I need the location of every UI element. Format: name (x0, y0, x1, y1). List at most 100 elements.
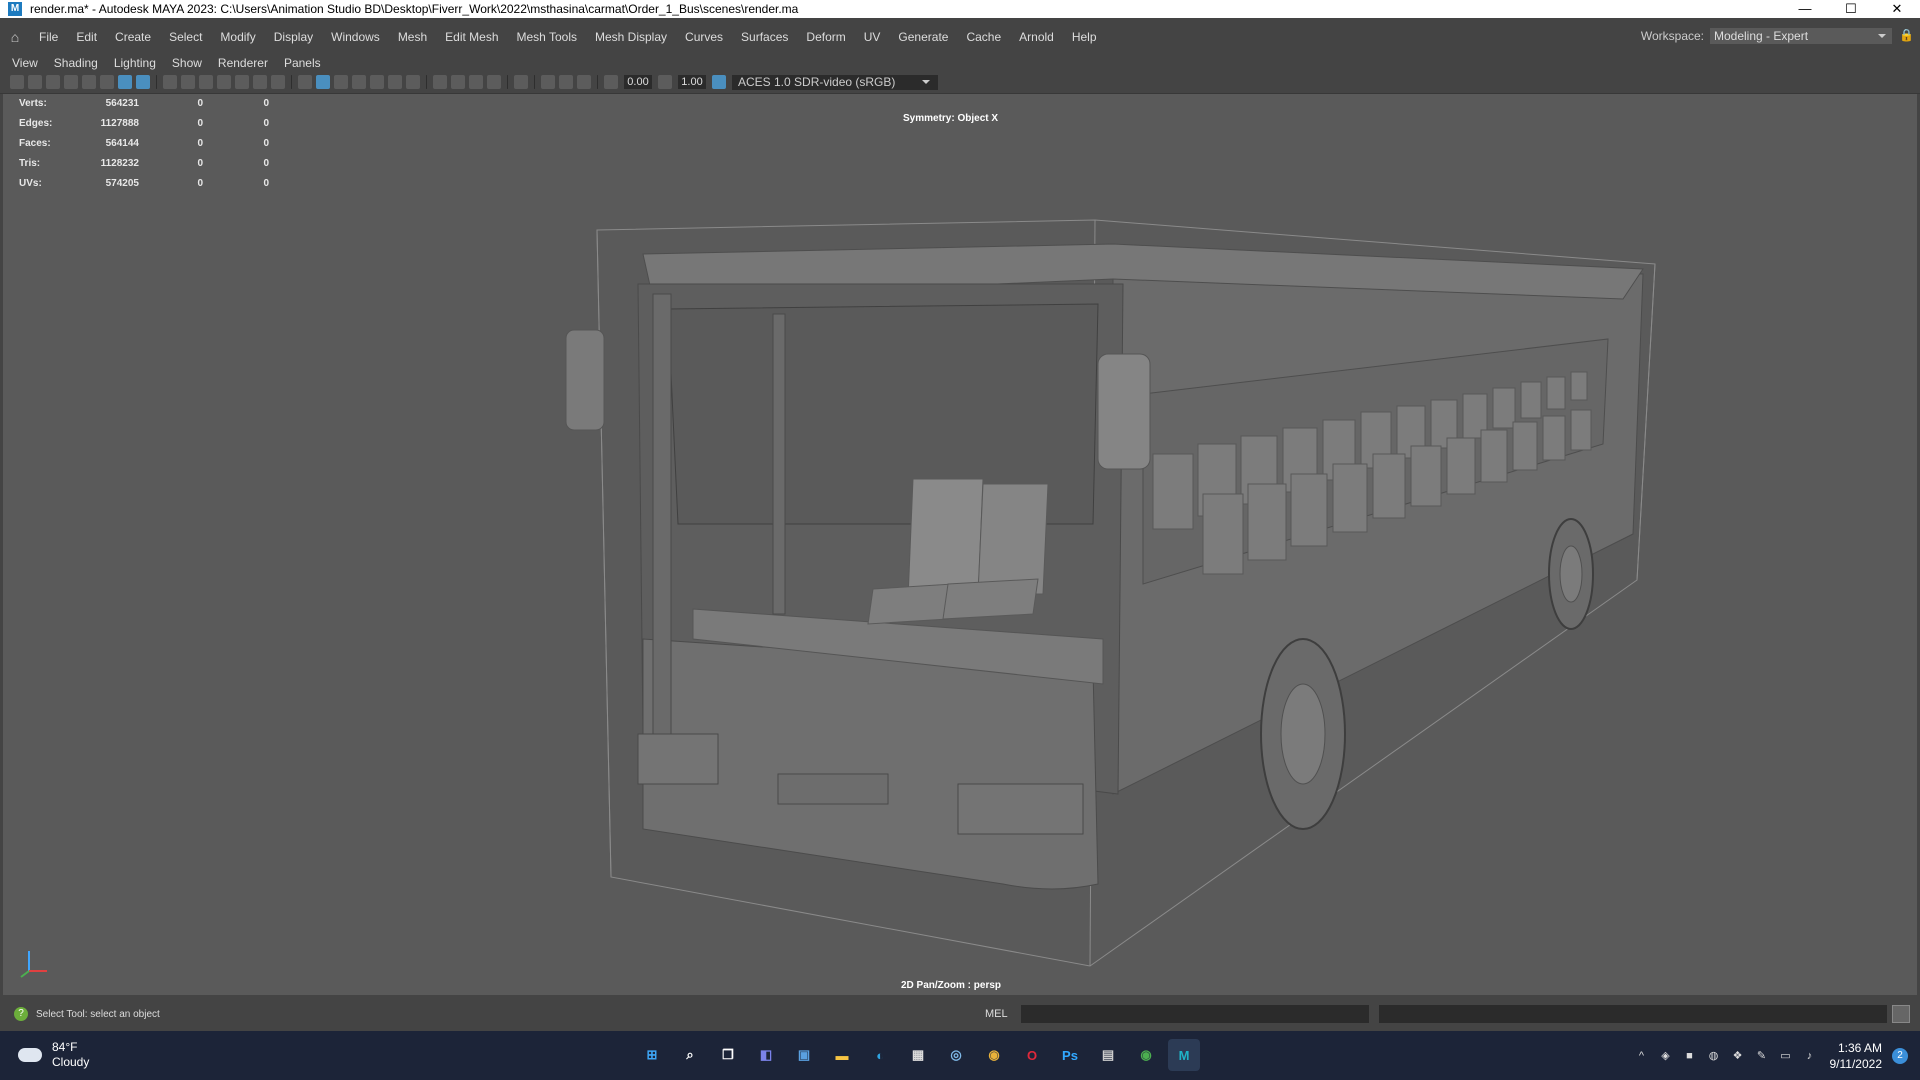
screen-space-ao-icon[interactable] (433, 75, 447, 89)
menu-surfaces[interactable]: Surfaces (732, 30, 797, 44)
home-icon[interactable]: ⌂ (0, 29, 30, 45)
bookmark-icon[interactable] (46, 75, 60, 89)
workspace-dropdown[interactable]: Modeling - Expert (1710, 28, 1892, 44)
file-explorer-icon[interactable]: ▬ (826, 1039, 858, 1071)
menu-deform[interactable]: Deform (797, 30, 854, 44)
gate-mask-icon[interactable] (217, 75, 231, 89)
safe-title-icon[interactable] (271, 75, 285, 89)
chevron-up-icon[interactable]: ^ (1634, 1048, 1650, 1064)
panel-menu-renderer[interactable]: Renderer (210, 56, 276, 70)
chrome-icon[interactable]: ◉ (978, 1039, 1010, 1071)
panel-menu-lighting[interactable]: Lighting (106, 56, 164, 70)
menu-mesh-tools[interactable]: Mesh Tools (508, 30, 586, 44)
menu-select[interactable]: Select (160, 30, 211, 44)
maximize-button[interactable]: ☐ (1828, 0, 1874, 18)
edge-icon[interactable]: ◐ (864, 1039, 896, 1071)
grease-pen-icon[interactable] (136, 75, 150, 89)
security-icon[interactable]: ◈ (1658, 1048, 1674, 1064)
script-editor-button[interactable] (1892, 1005, 1910, 1023)
safe-action-icon[interactable] (253, 75, 267, 89)
image-plane-icon[interactable] (64, 75, 78, 89)
perspective-viewport[interactable]: Verts: 564231 0 0 Edges: 1127888 0 0 Fac… (3, 94, 1917, 995)
taskbar-clock[interactable]: 1:36 AM 9/11/2022 (1830, 1040, 1883, 1072)
menu-cache[interactable]: Cache (957, 30, 1010, 44)
isolate-select-icon[interactable] (514, 75, 528, 89)
shadows-icon[interactable] (406, 75, 420, 89)
menu-arnold[interactable]: Arnold (1010, 30, 1063, 44)
notification-badge[interactable]: 2 (1892, 1047, 1908, 1064)
grease-pencil-icon[interactable] (82, 75, 96, 89)
minimize-button[interactable]: — (1782, 0, 1828, 18)
xray-active-icon[interactable] (559, 75, 573, 89)
panel-menu-view[interactable]: View (0, 56, 46, 70)
hud-selected-components: 0 (263, 178, 269, 189)
steam-icon[interactable]: ◎ (940, 1039, 972, 1071)
xray-joints-icon[interactable] (577, 75, 591, 89)
script-language-toggle[interactable]: MEL (985, 1008, 1008, 1020)
gamma-field[interactable]: 1.00 (678, 75, 706, 89)
menu-edit-mesh[interactable]: Edit Mesh (436, 30, 507, 44)
menu-mesh-display[interactable]: Mesh Display (586, 30, 676, 44)
panel-menu-show[interactable]: Show (164, 56, 210, 70)
calculator-icon[interactable]: ▤ (1092, 1039, 1124, 1071)
exposure-field[interactable]: 0.00 (624, 75, 652, 89)
menu-windows[interactable]: Windows (322, 30, 389, 44)
wireframe-icon[interactable] (298, 75, 312, 89)
menu-modify[interactable]: Modify (211, 30, 264, 44)
gamma-icon[interactable] (658, 75, 672, 89)
use-all-lights-icon[interactable] (388, 75, 402, 89)
textured-icon[interactable] (370, 75, 384, 89)
smooth-shade-icon[interactable] (316, 75, 330, 89)
symmetry-indicator: Symmetry: Object X (903, 113, 999, 124)
resolution-gate-icon[interactable] (199, 75, 213, 89)
color-management-icon[interactable] (712, 75, 726, 89)
menu-create[interactable]: Create (106, 30, 160, 44)
dropbox-icon[interactable]: ❖ (1730, 1048, 1746, 1064)
motion-blur-icon[interactable] (451, 75, 465, 89)
film-gate-icon[interactable] (181, 75, 195, 89)
opera-icon[interactable]: O (1016, 1039, 1048, 1071)
chat-icon[interactable]: ◧ (750, 1039, 782, 1071)
photoshop-icon[interactable]: Ps (1054, 1039, 1086, 1071)
menu-help[interactable]: Help (1063, 30, 1106, 44)
command-line-input[interactable] (1021, 1005, 1369, 1023)
anti-aliasing-icon[interactable] (469, 75, 483, 89)
field-chart-icon[interactable] (235, 75, 249, 89)
menu-generate[interactable]: Generate (889, 30, 957, 44)
photos-icon[interactable]: ▣ (788, 1039, 820, 1071)
pen-icon[interactable]: ✎ (1754, 1048, 1770, 1064)
menu-mesh[interactable]: Mesh (389, 30, 436, 44)
pan-zoom-icon[interactable] (100, 75, 114, 89)
xray-icon[interactable] (541, 75, 555, 89)
grid-icon[interactable] (163, 75, 177, 89)
close-button[interactable]: ✕ (1874, 0, 1920, 18)
task-view-icon[interactable]: ❐ (712, 1039, 744, 1071)
chrome-profile-icon[interactable]: ◉ (1130, 1039, 1162, 1071)
volume-icon[interactable]: ♪ (1802, 1048, 1818, 1064)
default-material-icon[interactable] (334, 75, 348, 89)
panel-menu-shading[interactable]: Shading (46, 56, 106, 70)
start-icon[interactable]: ⊞ (636, 1039, 668, 1071)
network-tray-icon[interactable]: ◍ (1706, 1048, 1722, 1064)
2d-pan-zoom-icon[interactable] (118, 75, 132, 89)
menu-display[interactable]: Display (265, 30, 322, 44)
weather-widget[interactable]: 84°F Cloudy (18, 1040, 89, 1070)
search-icon[interactable]: ⌕ (674, 1039, 706, 1071)
depth-of-field-icon[interactable] (487, 75, 501, 89)
store-icon[interactable]: ▦ (902, 1039, 934, 1071)
camera-attributes-icon[interactable] (28, 75, 42, 89)
panel-menu-panels[interactable]: Panels (276, 56, 329, 70)
menu-curves[interactable]: Curves (676, 30, 732, 44)
view-transform-dropdown[interactable]: ACES 1.0 SDR-video (sRGB) (732, 74, 938, 90)
menu-edit[interactable]: Edit (67, 30, 106, 44)
camera-select-icon[interactable] (10, 75, 24, 89)
wireframe-on-shaded-icon[interactable] (352, 75, 366, 89)
maya-icon[interactable]: M (1168, 1039, 1200, 1071)
display-icon[interactable]: ▭ (1778, 1048, 1794, 1064)
menu-file[interactable]: File (30, 30, 67, 44)
menu-uv[interactable]: UV (855, 30, 890, 44)
exposure-icon[interactable] (604, 75, 618, 89)
hud-selected-components: 0 (263, 138, 269, 149)
lock-icon[interactable]: 🔒 (1899, 28, 1914, 42)
antivirus-icon[interactable]: ■ (1682, 1048, 1698, 1064)
